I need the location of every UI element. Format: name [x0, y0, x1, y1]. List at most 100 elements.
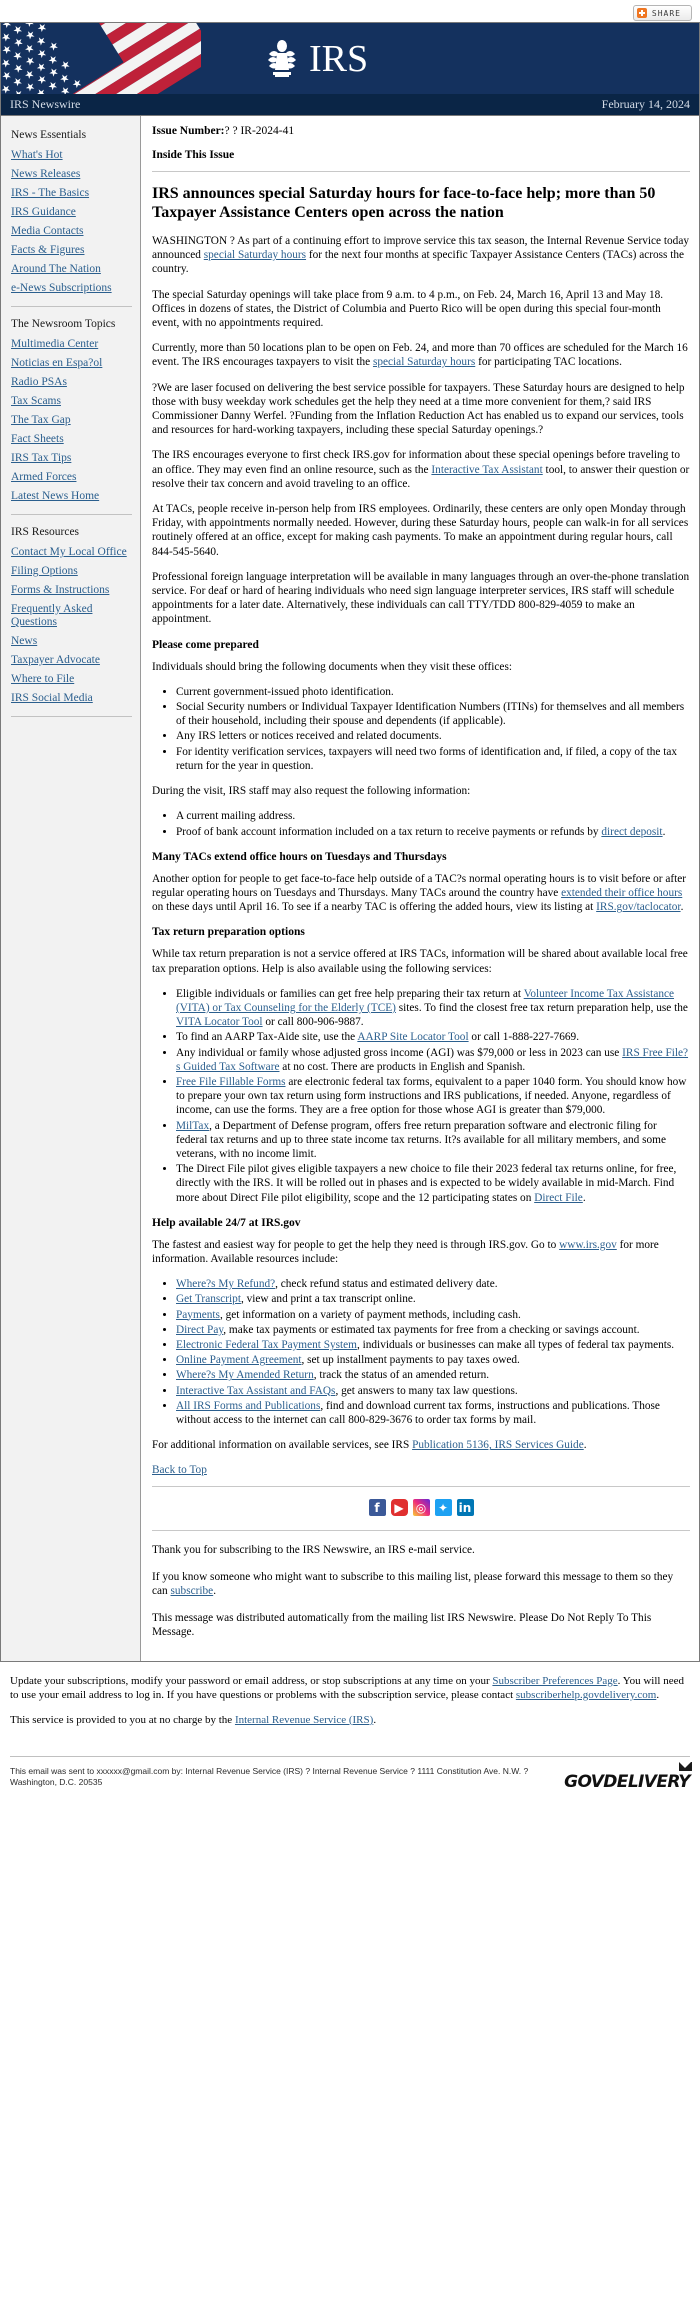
- link-get-transcript[interactable]: Get Transcript: [176, 1293, 241, 1305]
- sidebar-item-around-the-nation[interactable]: Around The Nation: [11, 260, 140, 279]
- link-payments[interactable]: Payments: [176, 1309, 220, 1321]
- list-item: For identity verification services, taxp…: [176, 745, 690, 773]
- bullet-text-a: Eligible individuals or families can get…: [176, 987, 524, 1000]
- link-extended-office-hours[interactable]: extended their office hours: [561, 887, 682, 899]
- link-all-irs-forms-publications[interactable]: All IRS Forms and Publications: [176, 1400, 320, 1412]
- link-direct-deposit[interactable]: direct deposit: [601, 826, 662, 838]
- bullet-text-b: or call 800-906-9887.: [262, 1016, 364, 1029]
- sidebar-item-irs-social-media[interactable]: IRS Social Media: [11, 689, 140, 708]
- sidebar-heading-irs-resources: IRS Resources: [11, 526, 80, 538]
- sidebar-item-enews-subscriptions[interactable]: e-News Subscriptions: [11, 279, 140, 298]
- sidebar-item-irs-guidance[interactable]: IRS Guidance: [11, 203, 140, 222]
- list-item: Online Payment Agreement, set up install…: [176, 1353, 690, 1367]
- share-button-label: SHARE: [651, 8, 681, 18]
- sidebar-item-armed-forces[interactable]: Armed Forces: [11, 468, 140, 487]
- sidebar-item-news[interactable]: News: [11, 632, 140, 651]
- heading-divider: [152, 171, 690, 172]
- free-text-a: This service is provided to you at no ch…: [10, 1713, 235, 1726]
- bullet-text-b: , track the status of an amended return.: [313, 1369, 490, 1382]
- link-subscriber-preferences-page[interactable]: Subscriber Preferences Page: [492, 1675, 617, 1687]
- list-documents-to-bring: Current government-issued photo identifi…: [152, 685, 690, 773]
- bullet-text-mid: sites. To find the closest free tax retu…: [395, 1001, 688, 1014]
- link-wheres-my-refund[interactable]: Where?s My Refund?: [176, 1278, 275, 1290]
- page-title: IRS announces special Saturday hours for…: [152, 185, 656, 221]
- footer-free-service: This service is provided to you at no ch…: [10, 1713, 690, 1727]
- paragraph-language-interpretation: Professional foreign language interpreta…: [152, 570, 690, 626]
- link-vita-locator-tool[interactable]: VITA Locator Tool: [176, 1016, 263, 1028]
- sidebar-item-latest-news-home[interactable]: Latest News Home: [11, 487, 140, 506]
- paragraph-locations-count: Currently, more than 50 locations plan t…: [152, 341, 690, 369]
- paragraph-saturday-openings: The special Saturday openings will take …: [152, 288, 664, 330]
- paragraph-commissioner-quote: ?We are laser focused on delivering the …: [152, 381, 685, 437]
- legal-address-text: This email was sent to xxxxxx@gmail.com …: [10, 1765, 529, 1788]
- facebook-icon[interactable]: f: [368, 1499, 386, 1517]
- list-item: Get Transcript, view and print a tax tra…: [176, 1292, 690, 1306]
- sidebar-item-multimedia-center[interactable]: Multimedia Center: [11, 335, 140, 354]
- sidebar-item-fact-sheets[interactable]: Fact Sheets: [11, 430, 140, 449]
- update-text-c: .: [656, 1688, 660, 1701]
- legal-footer: This email was sent to xxxxxx@gmail.com …: [0, 1757, 700, 1806]
- link-special-saturday-hours-2[interactable]: special Saturday hours: [373, 356, 475, 368]
- link-direct-pay[interactable]: Direct Pay: [176, 1324, 223, 1336]
- back-to-top-link[interactable]: Back to Top: [152, 1464, 207, 1476]
- share-bar: SHARE: [0, 0, 700, 22]
- link-interactive-tax-assistant[interactable]: Interactive Tax Assistant: [431, 464, 542, 476]
- youtube-icon[interactable]: ▶: [390, 1499, 408, 1517]
- link-free-file-fillable-forms[interactable]: Free File Fillable Forms: [176, 1076, 286, 1088]
- link-miltax[interactable]: MilTax: [176, 1120, 209, 1132]
- list-item: The Direct File pilot gives eligible tax…: [176, 1162, 690, 1205]
- list-prep-options: Eligible individuals or families can get…: [152, 987, 690, 1205]
- linkedin-icon[interactable]: in: [456, 1499, 474, 1517]
- link-internal-revenue-service[interactable]: Internal Revenue Service (IRS): [235, 1714, 373, 1726]
- link-publication-5136[interactable]: Publication 5136, IRS Services Guide: [412, 1439, 584, 1451]
- list-online-resources: Where?s My Refund?, check refund status …: [152, 1277, 690, 1427]
- back-to-top-wrap: Back to Top: [152, 1464, 690, 1476]
- paragraph-check-irs-gov: The IRS encourages everyone to first che…: [152, 448, 690, 491]
- link-subscriberhelp[interactable]: subscriberhelp.govdelivery.com: [516, 1689, 656, 1701]
- list-item: Direct Pay, make tax payments or estimat…: [176, 1323, 690, 1337]
- link-eftps[interactable]: Electronic Federal Tax Payment System: [176, 1339, 357, 1351]
- sidebar-item-radio-psas[interactable]: Radio PSAs: [11, 373, 140, 392]
- paragraph-bring-documents: Individuals should bring the following d…: [152, 660, 512, 673]
- link-irs-gov-taclocator[interactable]: IRS.gov/taclocator: [596, 901, 680, 913]
- sidebar-item-noticias-en-espanol[interactable]: Noticias en Espa?ol: [11, 354, 140, 373]
- link-online-payment-agreement[interactable]: Online Payment Agreement: [176, 1354, 302, 1366]
- link-aarp-site-locator-tool[interactable]: AARP Site Locator Tool: [357, 1031, 468, 1043]
- link-wheres-my-amended-return[interactable]: Where?s My Amended Return: [176, 1369, 314, 1381]
- paragraph-prep-intro: While tax return preparation is not a se…: [152, 948, 688, 975]
- social-divider: [152, 1486, 690, 1488]
- sidebar-item-irs-tax-tips[interactable]: IRS Tax Tips: [11, 449, 140, 468]
- link-subscribe[interactable]: subscribe: [171, 1585, 214, 1597]
- sidebar-item-forms-instructions[interactable]: Forms & Instructions: [11, 581, 140, 600]
- sidebar-item-filing-options[interactable]: Filing Options: [11, 562, 140, 581]
- sidebar-item-whats-hot[interactable]: What's Hot: [11, 146, 140, 165]
- sidebar-item-taxpayer-advocate[interactable]: Taxpayer Advocate: [11, 651, 140, 670]
- link-www-irs-gov[interactable]: www.irs.gov: [559, 1239, 617, 1251]
- envelope-icon: [679, 1761, 692, 1771]
- share-button[interactable]: SHARE: [632, 5, 692, 21]
- bullet-text-b: .: [662, 825, 666, 838]
- sidebar-item-irs-the-basics[interactable]: IRS - The Basics: [11, 184, 140, 203]
- sidebar-item-contact-my-local-office[interactable]: Contact My Local Office: [11, 543, 140, 562]
- sidebar-item-facts-figures[interactable]: Facts & Figures: [11, 241, 140, 260]
- sidebar-group-news-essentials: News Essentials What's Hot News Releases…: [11, 126, 140, 298]
- p13-text-b: .: [583, 1439, 587, 1452]
- sidebar-item-tax-scams[interactable]: Tax Scams: [11, 392, 140, 411]
- list-item: All IRS Forms and Publications, find and…: [176, 1399, 690, 1427]
- link-special-saturday-hours-1[interactable]: special Saturday hours: [204, 249, 306, 261]
- link-direct-file[interactable]: Direct File: [534, 1192, 583, 1204]
- sidebar-item-the-tax-gap[interactable]: The Tax Gap: [11, 411, 140, 430]
- sidebar-item-news-releases[interactable]: News Releases: [11, 165, 140, 184]
- issue-number-value: ? ? IR-2024-41: [224, 125, 295, 137]
- sidebar-group-irs-resources: IRS Resources Contact My Local Office Fi…: [11, 523, 140, 708]
- paragraph-additional-information: For additional information on available …: [152, 1438, 690, 1452]
- link-interactive-tax-assistant-faqs[interactable]: Interactive Tax Assistant and FAQs: [176, 1385, 335, 1397]
- free-text-b: .: [373, 1713, 377, 1726]
- instagram-icon[interactable]: ◎: [412, 1499, 430, 1517]
- inside-this-issue-heading: Inside This Issue: [152, 149, 235, 161]
- sidebar-item-where-to-file[interactable]: Where to File: [11, 670, 140, 689]
- sidebar-item-faq[interactable]: Frequently Asked Questions: [11, 600, 140, 632]
- twitter-icon[interactable]: ✦: [434, 1499, 452, 1517]
- sidebar-item-media-contacts[interactable]: Media Contacts: [11, 222, 140, 241]
- list-visit-information: A current mailing address. Proof of bank…: [152, 809, 690, 838]
